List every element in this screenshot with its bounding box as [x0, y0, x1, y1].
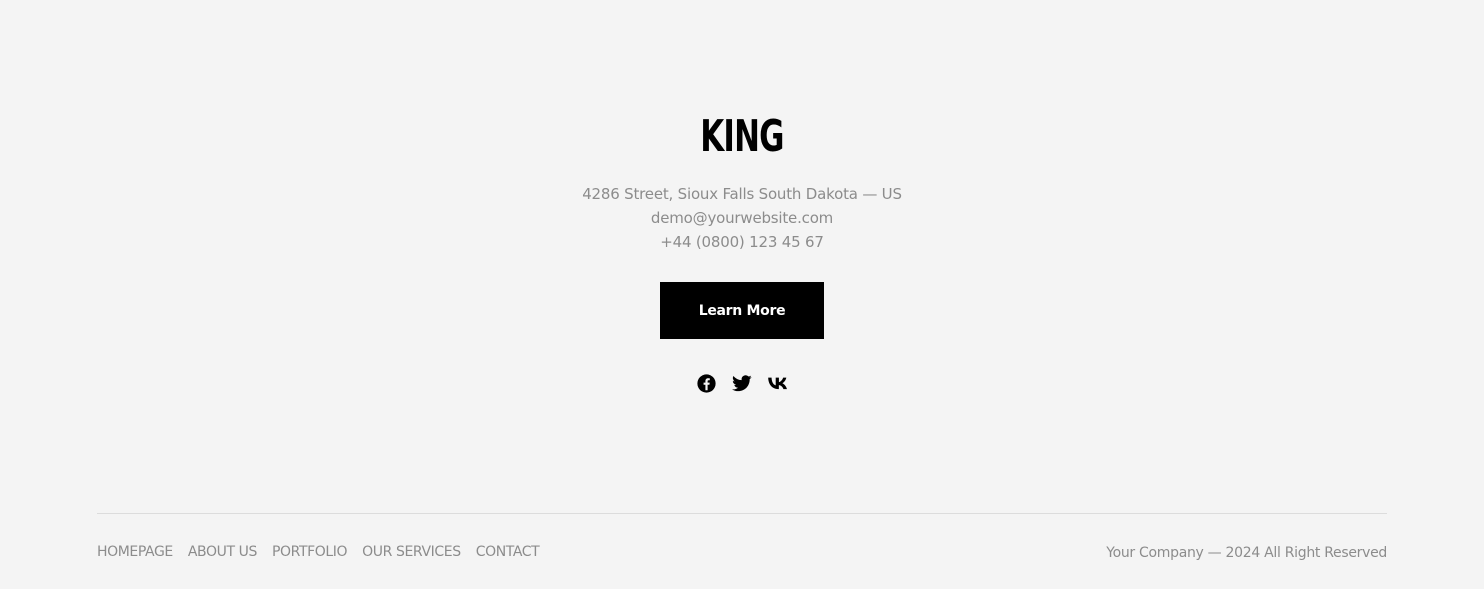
contact-address: 4286 Street, Sioux Falls South Dakota — …: [582, 185, 902, 203]
learn-more-button[interactable]: Learn More: [660, 282, 824, 339]
nav-contact[interactable]: CONTACT: [476, 542, 540, 562]
nav-portfolio[interactable]: PORTFOLIO: [272, 542, 348, 562]
footer-divider: [97, 513, 1387, 514]
nav-our-services[interactable]: OUR SERVICES: [362, 542, 461, 562]
contact-email[interactable]: demo@yourwebsite.com: [0, 208, 1484, 228]
nav-about-us[interactable]: ABOUT US: [188, 542, 258, 562]
facebook-icon[interactable]: [696, 373, 716, 393]
twitter-icon[interactable]: [732, 373, 752, 393]
copyright-text: Your Company — 2024 All Right Reserved: [1106, 545, 1387, 561]
footer-nav: HOMEPAGE ABOUT US PORTFOLIO OUR SERVICES…: [97, 542, 540, 562]
contact-phone[interactable]: +44 (0800) 123 45 67: [0, 232, 1484, 252]
nav-homepage[interactable]: HOMEPAGE: [97, 542, 173, 562]
social-links: [0, 373, 1484, 393]
vk-icon[interactable]: [768, 373, 788, 393]
brand-logo[interactable]: KING: [163, 108, 1321, 166]
